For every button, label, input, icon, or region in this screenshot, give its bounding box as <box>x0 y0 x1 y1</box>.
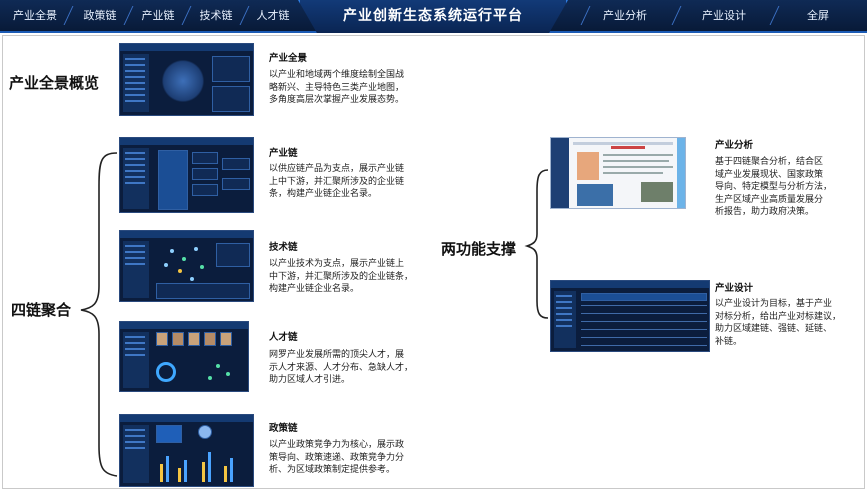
industry-analysis-title: 产业分析 <box>715 140 754 151</box>
tech-chain-screenshot <box>119 230 254 302</box>
tech-chain-title: 技术链 <box>269 242 298 253</box>
talent-chain-title: 人才链 <box>269 332 298 343</box>
industry-analysis-screenshot <box>550 137 686 209</box>
nav-divider <box>181 6 192 25</box>
talent-chain-desc: 网罗产业发展所需的顶尖人才，展 示人才来源、人才分布、急缺人才， 助力区域人才引… <box>269 350 414 385</box>
section-title-two-functions: 两功能支撑 <box>441 240 517 258</box>
nav-divider <box>671 6 682 25</box>
diagram-canvas: 产业全景概览 四链聚合 两功能支撑 产业全景 以产业和地域两个维度绘制全国战 略… <box>2 35 865 489</box>
industry-design-desc: 以产业设计为目标，基于产业 对标分析，给出产业对标建议， 助力区域建链、强链、延… <box>715 299 842 347</box>
tech-chain-desc: 以产业技术为支点，展示产业链上 中下游，并汇聚所涉及的企业链条， 构建产业链企业… <box>269 259 414 294</box>
policy-chain-title: 政策链 <box>269 423 298 434</box>
policy-chain-screenshot <box>119 414 254 487</box>
nav-item-industry-analysis[interactable]: 产业分析 <box>595 0 655 31</box>
industry-chain-title: 产业链 <box>269 148 298 159</box>
nav-item-industry-design[interactable]: 产业设计 <box>694 0 754 31</box>
panorama-title: 产业全景 <box>269 53 308 64</box>
industry-chain-desc: 以供应链产品为支点，展示产业链 上中下游，并汇聚所涉及的企业链 条，构建产业链企… <box>269 164 405 199</box>
panorama-screenshot <box>119 43 254 116</box>
industry-analysis-desc: 基于四链聚合分析，结合区 域产业发展现状、国家政策 导向、特定模型与分析方法， … <box>715 157 833 217</box>
nav-divider <box>63 6 74 25</box>
top-nav-bar: 产业全景 政策链 产业链 技术链 人才链 产业创新生态系统运行平台 产业分析 产… <box>0 0 867 33</box>
panorama-desc: 以产业和地域两个维度绘制全国战 略新兴、主导特色三类产业地图， 多角度高层次掌握… <box>269 70 405 105</box>
nav-divider <box>123 6 134 25</box>
platform-title: 产业创新生态系统运行平台 <box>343 8 523 24</box>
industry-design-title: 产业设计 <box>715 283 754 294</box>
nav-divider <box>580 6 591 25</box>
fullscreen-button[interactable]: 全屏 <box>796 0 840 31</box>
talent-chain-screenshot <box>119 321 249 392</box>
nav-divider <box>769 6 780 25</box>
section-title-four-chains: 四链聚合 <box>11 301 72 319</box>
industry-design-screenshot <box>550 280 710 352</box>
nav-item-talent-chain[interactable]: 人才链 <box>249 0 297 31</box>
policy-chain-desc: 以产业政策竞争力为核心，展示政 策导向、政策速递、政策竞争力分 析、为区域政策制… <box>269 440 405 475</box>
nav-item-tech-chain[interactable]: 技术链 <box>192 0 240 31</box>
nav-item-policy-chain[interactable]: 政策链 <box>76 0 124 31</box>
nav-divider <box>239 6 250 25</box>
nav-item-industry-chain[interactable]: 产业链 <box>134 0 182 31</box>
section-title-overview: 产业全景概览 <box>9 74 100 92</box>
industry-chain-screenshot <box>119 137 254 213</box>
nav-item-panorama[interactable]: 产业全景 <box>6 0 64 31</box>
